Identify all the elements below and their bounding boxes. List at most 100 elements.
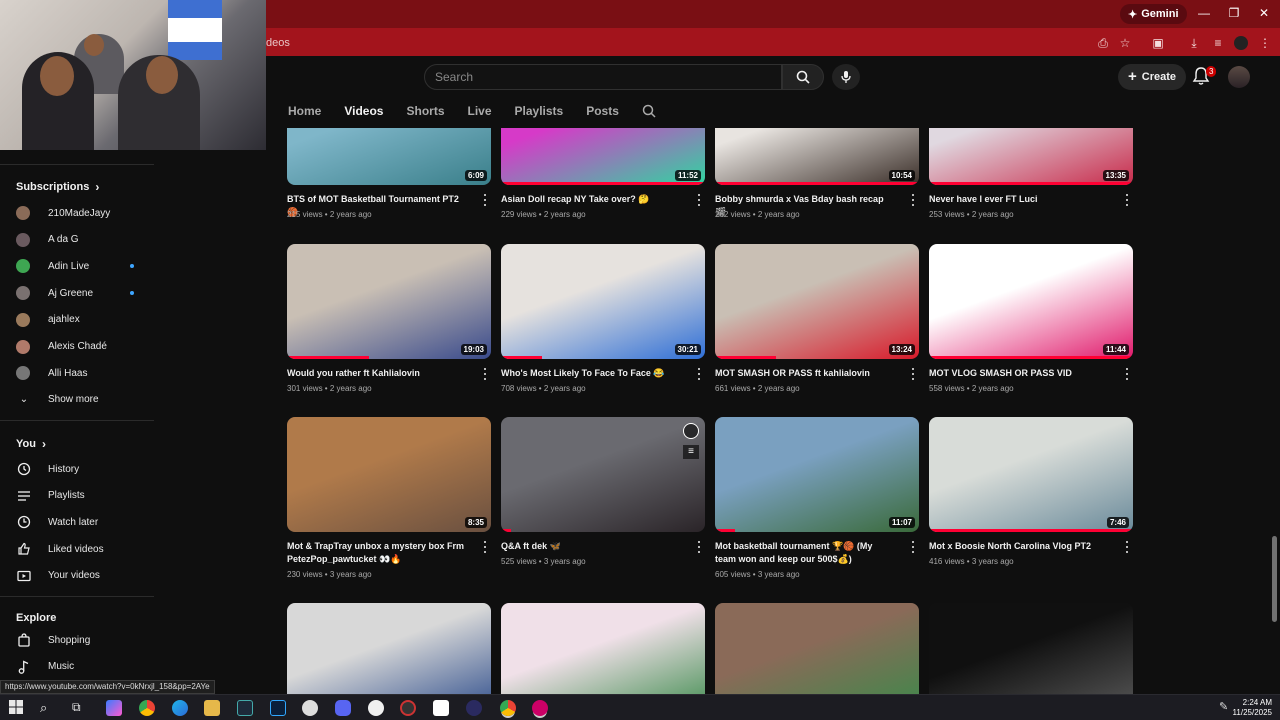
video-thumbnail[interactable]: 13:35 xyxy=(929,128,1133,185)
subscription-item[interactable]: A da G xyxy=(16,230,140,250)
video-thumbnail[interactable] xyxy=(501,603,705,694)
subscription-item[interactable]: ajahlex xyxy=(16,310,140,330)
media-player-icon[interactable] xyxy=(302,700,318,716)
more-actions-icon[interactable] xyxy=(697,541,701,553)
video-title[interactable]: MOT SMASH OR PASS ft kahlialovin xyxy=(715,367,895,380)
copilot-icon[interactable] xyxy=(106,700,122,716)
discord-icon[interactable] xyxy=(335,700,351,716)
tab-live[interactable]: Live xyxy=(468,104,492,118)
close-icon[interactable]: ✕ xyxy=(1254,6,1274,20)
tab-search-icon[interactable]: ▣ xyxy=(1151,36,1165,50)
windows-start-icon[interactable] xyxy=(9,700,25,716)
scrollbar-thumb[interactable] xyxy=(1272,536,1277,622)
video-thumbnail[interactable] xyxy=(287,603,491,694)
restore-icon[interactable]: ❐ xyxy=(1224,6,1244,20)
address-bar-fragment[interactable]: deos xyxy=(266,37,290,49)
video-title[interactable]: Would you rather ft Kahlialovin xyxy=(287,367,467,380)
chrome-active-icon[interactable] xyxy=(500,700,516,716)
create-button[interactable]: + Create xyxy=(1118,64,1187,90)
subscription-item[interactable]: Alli Haas xyxy=(16,363,140,383)
video-thumbnail[interactable]: 11:52 xyxy=(501,128,705,185)
video-thumbnail[interactable]: 13:24 xyxy=(715,244,919,359)
gemini-button[interactable]: ✦ Gemini xyxy=(1120,4,1187,24)
video-thumbnail[interactable] xyxy=(929,603,1133,694)
more-actions-icon[interactable] xyxy=(911,194,915,206)
photoshop-icon[interactable] xyxy=(270,700,286,716)
taskbar-search-icon[interactable]: ⌕ xyxy=(40,700,56,716)
subscription-item[interactable]: Adin Live xyxy=(16,256,140,276)
tab-videos[interactable]: Videos xyxy=(344,104,383,118)
sidebar-item-watch-later[interactable]: Watch later xyxy=(16,512,140,532)
video-thumbnail[interactable]: 11:44 xyxy=(929,244,1133,359)
voice-search-button[interactable] xyxy=(832,64,860,90)
minimize-icon[interactable]: — xyxy=(1194,6,1214,20)
subscription-item[interactable]: Alexis Chadé xyxy=(16,337,140,357)
capture-app-icon[interactable] xyxy=(237,700,253,716)
sidebar-item-music[interactable]: Music xyxy=(16,657,140,677)
video-thumbnail[interactable]: 8:35 xyxy=(287,417,491,532)
sidebar-item-playlists[interactable]: Playlists xyxy=(16,486,140,506)
queue-icon[interactable]: ≡ xyxy=(683,445,699,459)
tab-home[interactable]: Home xyxy=(288,104,321,118)
search-button[interactable] xyxy=(782,64,824,90)
account-avatar[interactable] xyxy=(1228,66,1250,88)
system-clock[interactable]: 2:24 AM 11/25/2025 xyxy=(1233,698,1272,718)
subscriptions-heading[interactable]: Subscriptions › xyxy=(16,180,99,194)
tab-playlists[interactable]: Playlists xyxy=(515,104,564,118)
more-actions-icon[interactable] xyxy=(1125,541,1129,553)
channel-search-icon[interactable] xyxy=(642,104,656,118)
video-title[interactable]: MOT VLOG SMASH OR PASS VID xyxy=(929,367,1109,380)
video-thumbnail[interactable]: 10:54 xyxy=(715,128,919,185)
more-actions-icon[interactable] xyxy=(697,194,701,206)
video-title[interactable]: Mot basketball tournament 🏆🏀 (My team wo… xyxy=(715,540,895,566)
reading-list-icon[interactable]: ≡ xyxy=(1211,36,1225,50)
show-more-button[interactable]: ⌄ Show more xyxy=(16,389,140,409)
video-thumbnail[interactable] xyxy=(715,603,919,694)
video-title[interactable]: Asian Doll recap NY Take over? 🤔 xyxy=(501,193,681,206)
video-title[interactable]: Mot & TrapTray unbox a mystery box Frm P… xyxy=(287,540,467,566)
sidebar-item-liked-videos[interactable]: Liked videos xyxy=(16,539,140,559)
chrome-icon[interactable] xyxy=(139,700,155,716)
itunes-icon[interactable] xyxy=(368,700,384,716)
more-actions-icon[interactable] xyxy=(911,368,915,380)
file-explorer-icon[interactable] xyxy=(204,700,220,716)
video-title[interactable]: Mot x Boosie North Carolina Vlog PT2 xyxy=(929,540,1109,553)
video-thumbnail[interactable]: 30:21 xyxy=(501,244,705,359)
obs-icon[interactable] xyxy=(400,700,416,716)
bookmark-star-icon[interactable]: ☆ xyxy=(1118,36,1132,50)
video-thumbnail[interactable]: ≡ xyxy=(501,417,705,532)
subscription-item[interactable]: 210MadeJayy xyxy=(16,203,140,223)
more-menu-icon[interactable]: ⋮ xyxy=(1258,36,1272,50)
more-actions-icon[interactable] xyxy=(483,541,487,553)
download-icon[interactable]: ⤓ xyxy=(1187,36,1201,50)
video-thumbnail[interactable]: 7:46 xyxy=(929,417,1133,532)
more-actions-icon[interactable] xyxy=(1125,368,1129,380)
video-title[interactable]: Never have I ever FT Luci xyxy=(929,193,1109,206)
capcut-icon[interactable] xyxy=(433,700,449,716)
sidebar-item-history[interactable]: History xyxy=(16,459,140,479)
clock-icon[interactable] xyxy=(683,423,699,439)
subscription-item[interactable]: Aj Greene xyxy=(16,283,140,303)
video-thumbnail[interactable]: 11:07 xyxy=(715,417,919,532)
sidebar-item-shopping[interactable]: Shopping xyxy=(16,630,140,650)
search-input[interactable]: Search xyxy=(424,64,782,90)
you-heading[interactable]: You › xyxy=(16,437,46,451)
profile-icon[interactable] xyxy=(1234,36,1248,50)
video-title[interactable]: Who's Most Likely To Face To Face 😂 xyxy=(501,367,681,380)
tab-shorts[interactable]: Shorts xyxy=(406,104,444,118)
video-title[interactable]: Q&A ft dek 🦋 xyxy=(501,540,681,553)
sidebar-item-your-videos[interactable]: Your videos xyxy=(16,566,140,586)
app-icon[interactable] xyxy=(466,700,482,716)
video-thumbnail[interactable]: 6:09 xyxy=(287,128,491,185)
task-view-icon[interactable]: ⧉ xyxy=(72,700,88,716)
tab-posts[interactable]: Posts xyxy=(586,104,619,118)
more-actions-icon[interactable] xyxy=(483,194,487,206)
more-actions-icon[interactable] xyxy=(911,541,915,553)
chrome-profile-icon[interactable] xyxy=(532,700,548,716)
more-actions-icon[interactable] xyxy=(483,368,487,380)
more-actions-icon[interactable] xyxy=(697,368,701,380)
more-actions-icon[interactable] xyxy=(1125,194,1129,206)
install-app-icon[interactable]: ⎙ xyxy=(1096,36,1110,50)
edge-icon[interactable] xyxy=(172,700,188,716)
video-thumbnail[interactable]: 19:03 xyxy=(287,244,491,359)
